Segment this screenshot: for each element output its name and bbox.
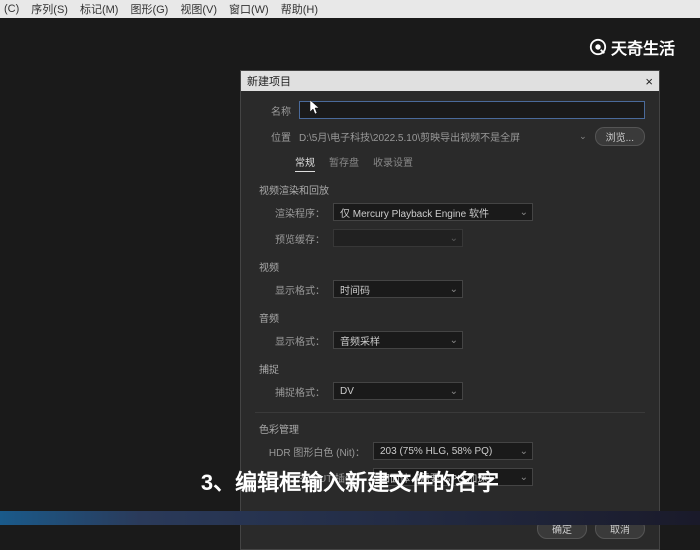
instruction-caption: 3、编辑框输入新建文件的名字 <box>0 465 700 497</box>
section-render-title: 视频渲染和回放 <box>259 182 645 197</box>
browse-button[interactable]: 浏览... <box>595 127 645 146</box>
capture-format-select[interactable]: DV <box>333 382 463 400</box>
watermark-text: 天奇生活 <box>611 35 675 59</box>
renderer-select[interactable]: 仅 Mercury Playback Engine 软件 <box>333 203 533 221</box>
hdr-select[interactable]: 203 (75% HLG, 58% PQ) <box>373 442 533 460</box>
menu-item[interactable]: (C) <box>4 3 19 15</box>
video-format-select[interactable]: 时间码 <box>333 280 463 298</box>
dialog-titlebar[interactable]: 新建项目 × <box>241 71 659 91</box>
menu-item[interactable]: 帮助(H) <box>281 1 318 17</box>
menu-item[interactable]: 图形(G) <box>130 1 168 17</box>
section-color-title: 色彩管理 <box>259 421 645 436</box>
chevron-down-icon[interactable]: ⌄ <box>579 131 587 142</box>
logo-icon <box>589 38 607 56</box>
name-label: 名称 <box>255 103 291 118</box>
dialog-title: 新建项目 <box>247 73 291 89</box>
section-video-title: 视频 <box>259 259 645 274</box>
watermark: 天奇生活 <box>589 35 675 59</box>
tab-ingest[interactable]: 收录设置 <box>373 154 413 172</box>
audio-format-select[interactable]: 音频采样 <box>333 331 463 349</box>
taskbar[interactable] <box>0 511 700 525</box>
renderer-label: 渲染程序： <box>255 205 325 220</box>
menu-item[interactable]: 窗口(W) <box>229 1 269 17</box>
close-icon[interactable]: × <box>645 74 653 89</box>
video-format-label: 显示格式： <box>255 282 325 297</box>
menu-item[interactable]: 序列(S) <box>31 1 68 17</box>
name-input[interactable] <box>299 101 645 119</box>
section-audio-title: 音频 <box>259 310 645 325</box>
preview-cache-label: 预览缓存： <box>255 231 325 246</box>
menubar: (C) 序列(S) 标记(M) 图形(G) 视图(V) 窗口(W) 帮助(H) <box>0 0 700 18</box>
tab-scratch[interactable]: 暂存盘 <box>329 154 359 172</box>
audio-format-label: 显示格式： <box>255 333 325 348</box>
location-label: 位置 <box>255 129 291 144</box>
location-value: D:\5月\电子科技\2022.5.10\剪映导出视频不是全屏 <box>299 129 567 144</box>
hdr-label: HDR 图形白色 (Nit)： <box>255 444 365 459</box>
tabs: 常规 暂存盘 收录设置 <box>295 154 645 172</box>
capture-format-label: 捕捉格式： <box>255 384 325 399</box>
tab-general[interactable]: 常规 <box>295 154 315 172</box>
menu-item[interactable]: 标记(M) <box>80 1 119 17</box>
menu-item[interactable]: 视图(V) <box>180 1 217 17</box>
preview-cache-select[interactable] <box>333 229 463 247</box>
section-capture-title: 捕捉 <box>259 361 645 376</box>
